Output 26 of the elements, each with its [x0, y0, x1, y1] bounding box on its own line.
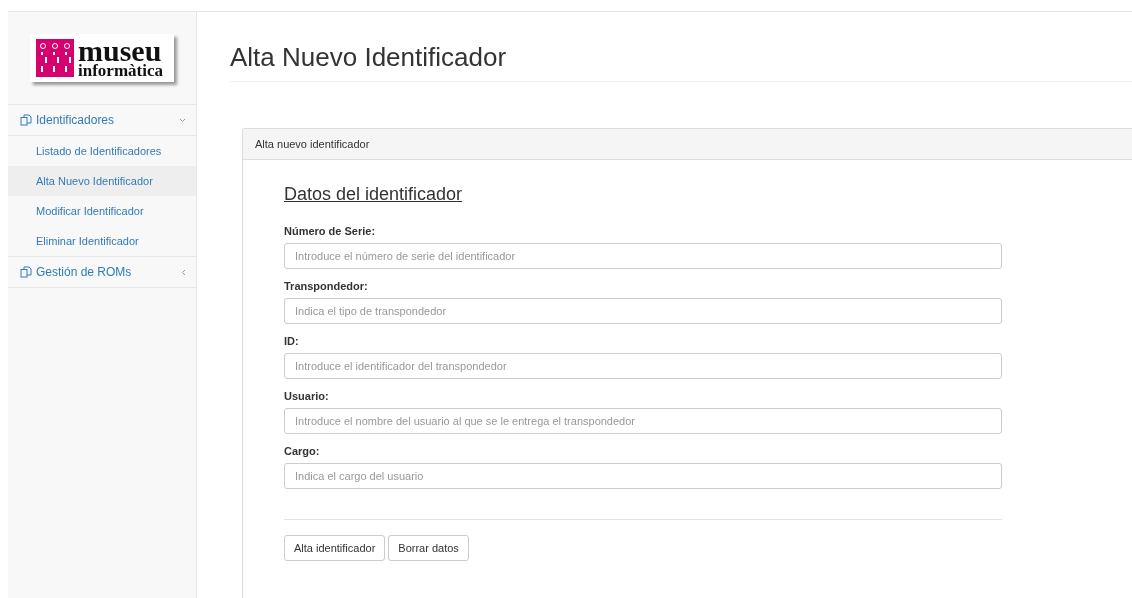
- sidebar-item[interactable]: Modificar Identificador: [8, 196, 196, 226]
- page-title: Alta Nuevo Identificador: [230, 42, 1132, 82]
- sidebar-item[interactable]: Alta Nuevo Identificador: [8, 166, 196, 196]
- input-field[interactable]: Introduce el nombre del usuario al que se le entrega el transpondedor: [284, 408, 1002, 434]
- form-button[interactable]: Alta identificador: [284, 535, 386, 561]
- input-field[interactable]: Indica el cargo del usuario: [284, 463, 1002, 489]
- copy-icon: [20, 114, 32, 126]
- field-label: Usuario:: [284, 390, 330, 402]
- copy-icon: [20, 266, 32, 278]
- input-field[interactable]: Indica el tipo de transpondedor: [284, 298, 1002, 324]
- section-title: Datos del identificador: [284, 184, 464, 205]
- sidebar-group[interactable]: Gestión de ROMs: [8, 257, 196, 288]
- field-label: Número de Serie:: [284, 225, 377, 237]
- sidebar-item[interactable]: Listado de Identificadores: [8, 136, 196, 166]
- field-label: Transpondedor:: [284, 280, 369, 292]
- sidebar-item[interactable]: Eliminar Identificador: [8, 226, 196, 256]
- field-label: ID:: [284, 335, 300, 347]
- input-field[interactable]: Introduce el número de serie del identificador: [284, 243, 1002, 269]
- sidebar-group[interactable]: Identificadores: [8, 105, 196, 136]
- museum-logo: museu informàtica: [30, 34, 174, 82]
- form-button[interactable]: Borrar datos: [388, 535, 469, 561]
- chevron-down-icon: [179, 117, 186, 123]
- panel-heading: Alta nuevo identificador: [243, 129, 1132, 160]
- field-label: Cargo:: [284, 445, 321, 457]
- chevron-left-icon: [181, 268, 186, 276]
- input-field[interactable]: Introduce el identificador del transpondedor: [284, 353, 1002, 379]
